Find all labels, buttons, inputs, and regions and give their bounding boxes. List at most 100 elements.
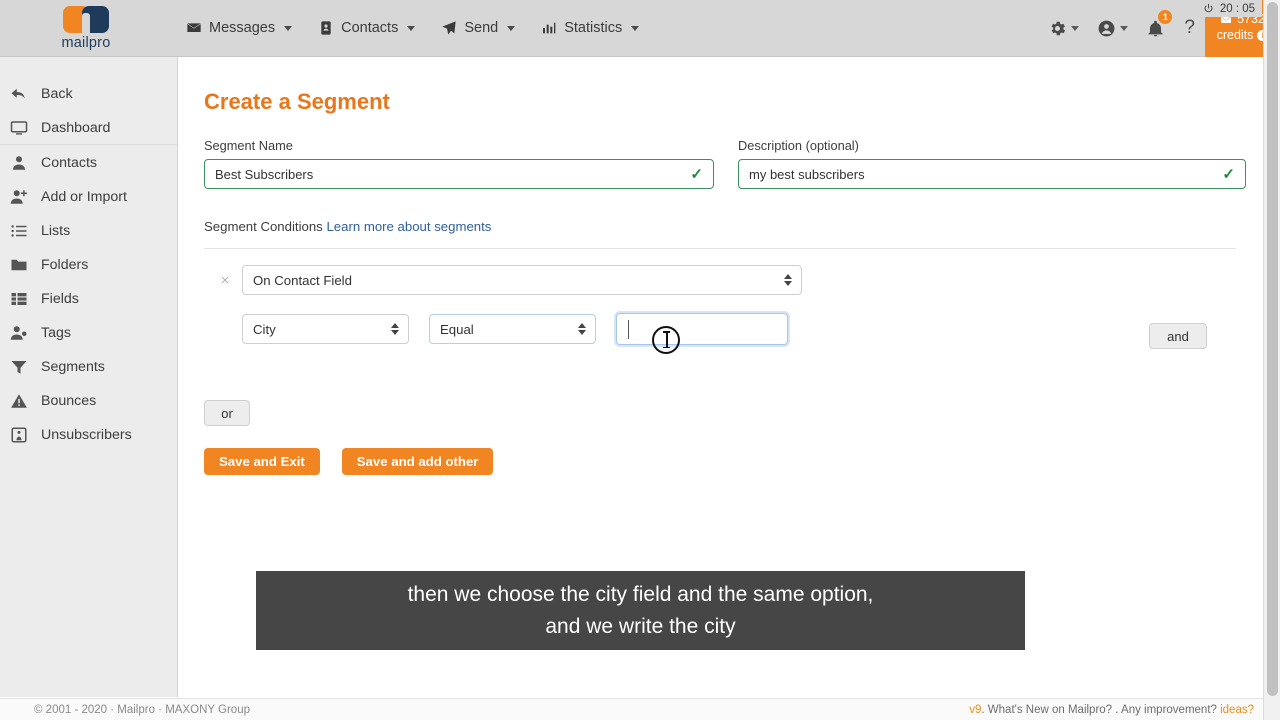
help-button[interactable]: ? (1174, 17, 1205, 39)
clock-display: 20 : 05 (1196, 0, 1262, 17)
scrollbar-thumb[interactable] (1267, 2, 1278, 696)
rule-operator-value: Equal (440, 322, 474, 337)
list-icon (10, 222, 28, 240)
sidebar-label-folders: Folders (41, 257, 88, 273)
footer-whats-new[interactable]: What's New on Mailpro? (988, 704, 1112, 716)
sidebar-label-bounces: Bounces (41, 393, 96, 409)
user-icon (10, 154, 28, 172)
sidebar-item-add-or-import[interactable]: Add or Import (0, 180, 177, 214)
footer-ideas-link[interactable]: ideas? (1220, 704, 1254, 716)
subtitle-line-2: and we write the city (545, 611, 735, 643)
arrow-back-icon (10, 85, 28, 103)
rule-field-select[interactable]: City (242, 314, 409, 344)
segment-meta-form: Segment Name Best Subscribers ✓ Descript… (204, 138, 1238, 189)
notifications-button[interactable]: 1 (1137, 19, 1174, 38)
segment-name-field: Segment Name Best Subscribers ✓ (204, 138, 714, 189)
sidebar-item-contacts[interactable]: Contacts (0, 146, 177, 180)
chevron-down-icon (631, 26, 639, 31)
segment-conditions-label: Segment Conditions (204, 219, 323, 234)
sidebar-item-bounces[interactable]: Bounces (0, 384, 177, 418)
text-caret (628, 320, 629, 339)
sidebar-item-fields[interactable]: Fields (0, 282, 177, 316)
footer-links: v9. What's New on Mailpro? . Any improve… (969, 704, 1254, 716)
remove-condition-icon[interactable]: × (216, 272, 234, 289)
page-title: Create a Segment (204, 89, 1238, 115)
sidebar-item-unsubscribers[interactable]: Unsubscribers (0, 418, 177, 452)
logo-mark-icon (63, 6, 109, 34)
select-arrows-icon (784, 274, 792, 286)
sidebar-item-folders[interactable]: Folders (0, 248, 177, 282)
table-icon (10, 290, 28, 308)
valid-check-icon: ✓ (1222, 165, 1235, 183)
rule-value-input[interactable] (616, 313, 788, 345)
or-button[interactable]: or (204, 400, 250, 426)
condition-rule-row: City Equal (204, 313, 1238, 345)
nav-item-contacts[interactable]: Contacts (318, 20, 415, 36)
and-button[interactable]: and (1149, 323, 1207, 349)
user-circle-icon (1097, 19, 1116, 38)
description-input[interactable]: my best subscribers ✓ (738, 159, 1246, 189)
description-label: Description (optional) (738, 138, 1246, 153)
sidebar-label-tags: Tags (41, 325, 71, 341)
save-and-add-other-button[interactable]: Save and add other (342, 448, 494, 475)
segment-name-value: Best Subscribers (215, 167, 313, 182)
gear-icon (1048, 19, 1067, 38)
paper-plane-icon (441, 20, 457, 36)
sidebar-item-tags[interactable]: Tags (0, 316, 177, 350)
sidebar-label-contacts: Contacts (41, 155, 97, 171)
nav-item-statistics[interactable]: Statistics (541, 20, 639, 36)
subtitle-overlay: then we choose the city field and the sa… (256, 571, 1025, 650)
user-slash-icon (10, 426, 28, 444)
nav-item-send[interactable]: Send (441, 20, 515, 36)
condition-type-select[interactable]: On Contact Field (242, 265, 802, 295)
text-cursor-icon (663, 331, 670, 348)
sidebar-item-segments[interactable]: Segments (0, 350, 177, 384)
nav-item-messages[interactable]: Messages (186, 20, 292, 36)
user-tag-icon (10, 324, 28, 342)
folder-icon (10, 256, 28, 274)
save-and-exit-button[interactable]: Save and Exit (204, 448, 320, 475)
nav-label-statistics: Statistics (564, 20, 622, 36)
footer-sep-2: . (1112, 704, 1121, 716)
valid-check-icon: ✓ (690, 165, 703, 183)
sidebar-item-back[interactable]: Back (0, 77, 177, 111)
sidebar-label-add-or-import: Add or Import (41, 189, 127, 205)
filter-icon (10, 358, 28, 376)
power-icon (1203, 3, 1214, 14)
segment-name-label: Segment Name (204, 138, 714, 153)
sidebar-item-dashboard[interactable]: Dashboard (0, 111, 177, 145)
sidebar-label-unsubscribers: Unsubscribers (41, 427, 132, 443)
credits-label: credits (1217, 28, 1254, 44)
mailpro-logo[interactable]: mailpro (0, 0, 172, 57)
main-nav: Messages Contacts Send Statistics (186, 20, 639, 36)
address-book-icon (318, 20, 334, 36)
nav-label-send: Send (464, 20, 498, 36)
page-scrollbar[interactable] (1263, 0, 1280, 720)
footer-version-link[interactable]: v9 (969, 704, 981, 716)
sidebar-item-lists[interactable]: Lists (0, 214, 177, 248)
sidebar: Back Dashboard Contacts Add or Import Li… (0, 57, 178, 697)
segment-name-input[interactable]: Best Subscribers ✓ (204, 159, 714, 189)
bar-chart-icon (541, 20, 557, 36)
logo-text: mailpro (62, 35, 111, 51)
top-navigation-bar: mailpro Messages Contacts Send Statistic… (0, 0, 1280, 57)
learn-more-link[interactable]: Learn more about segments (326, 219, 491, 234)
chevron-down-icon (284, 26, 292, 31)
sidebar-label-lists: Lists (41, 223, 70, 239)
condition-type-value: On Contact Field (253, 273, 352, 288)
clock-time: 20 : 05 (1220, 3, 1255, 15)
notification-badge: 1 (1158, 10, 1172, 24)
rule-operator-select[interactable]: Equal (429, 314, 596, 344)
warning-icon (10, 392, 28, 410)
description-value: my best subscribers (749, 167, 865, 182)
envelope-icon (186, 20, 202, 36)
sidebar-label-fields: Fields (41, 291, 79, 307)
rule-field-value: City (253, 322, 276, 337)
settings-button[interactable] (1039, 19, 1088, 38)
footer-improvement: Any improvement? (1121, 704, 1217, 716)
sidebar-label-dashboard: Dashboard (41, 120, 110, 136)
chevron-down-icon (507, 26, 515, 31)
form-actions: Save and Exit Save and add other (204, 448, 1238, 475)
monitor-icon (10, 119, 28, 137)
account-button[interactable] (1088, 19, 1137, 38)
